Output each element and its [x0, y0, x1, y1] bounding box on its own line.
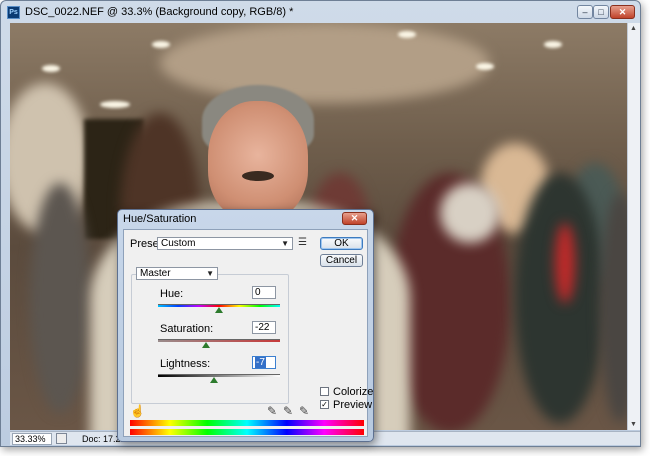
lightness-label: Lightness: [160, 358, 211, 370]
preset-value: Custom [161, 238, 196, 249]
hue-slider-thumb[interactable] [215, 307, 223, 313]
output-color-bar [130, 429, 364, 435]
document-title: DSC_0022.NEF @ 33.3% (Background copy, R… [25, 6, 294, 18]
lightness-slider-track[interactable] [158, 374, 280, 377]
status-info-icon[interactable] [56, 433, 67, 444]
saturation-input[interactable]: -22 [252, 321, 276, 334]
hue-saturation-dialog: Hue/Saturation ✕ Preset: Custom ▼ ☰ OK C… [117, 209, 374, 442]
preview-label: Preview [333, 399, 373, 411]
eyedropper-plus-icon[interactable]: ✎ [283, 404, 293, 418]
saturation-slider-track[interactable] [158, 339, 280, 342]
colorize-checkbox[interactable] [320, 387, 329, 396]
preset-options-icon[interactable]: ☰ [298, 237, 307, 248]
preview-checkbox[interactable]: ✓ [320, 400, 329, 409]
scroll-down-icon[interactable]: ▼ [630, 421, 637, 428]
saturation-slider-thumb[interactable] [201, 342, 210, 348]
cancel-button[interactable]: Cancel [320, 254, 363, 267]
dialog-body: Preset: Custom ▼ ☰ OK Cancel Master ▼ Hu… [123, 229, 373, 437]
chevron-down-icon: ▼ [206, 269, 214, 278]
photoshop-logo-icon: Ps [7, 6, 20, 19]
preset-select[interactable]: Custom ▼ [157, 237, 293, 250]
lightness-slider-thumb[interactable] [210, 377, 219, 383]
eyedropper-minus-icon[interactable]: ✎ [299, 404, 309, 418]
dialog-close-button[interactable]: ✕ [342, 212, 367, 225]
zoom-level-field[interactable]: 33.33% [12, 433, 52, 445]
vertical-scrollbar[interactable]: ▲ ▼ [627, 23, 640, 430]
hue-input[interactable]: 0 [252, 286, 276, 299]
minimize-button[interactable]: – [577, 5, 593, 19]
dialog-title: Hue/Saturation [123, 213, 197, 225]
lightness-input[interactable]: -7 [252, 356, 276, 369]
maximize-button[interactable]: □ [593, 5, 609, 19]
saturation-label: Saturation: [160, 323, 214, 335]
scroll-up-icon[interactable]: ▲ [630, 25, 637, 32]
close-window-button[interactable]: ✕ [610, 5, 635, 19]
hue-label: Hue: [160, 288, 184, 300]
targeted-adjustment-icon[interactable]: ☝ [130, 404, 145, 418]
chevron-down-icon: ▼ [281, 239, 289, 248]
eyedropper-icon[interactable]: ✎ [267, 404, 277, 418]
preview-check-mark: ✓ [321, 400, 328, 409]
colorize-label: Colorize [333, 386, 374, 398]
channel-select[interactable]: Master ▼ [136, 267, 218, 280]
title-bar[interactable]: Ps DSC_0022.NEF @ 33.3% (Background copy… [1, 1, 640, 23]
ok-button[interactable]: OK [320, 237, 363, 250]
channel-value: Master [140, 268, 171, 279]
input-color-bar [130, 420, 364, 426]
